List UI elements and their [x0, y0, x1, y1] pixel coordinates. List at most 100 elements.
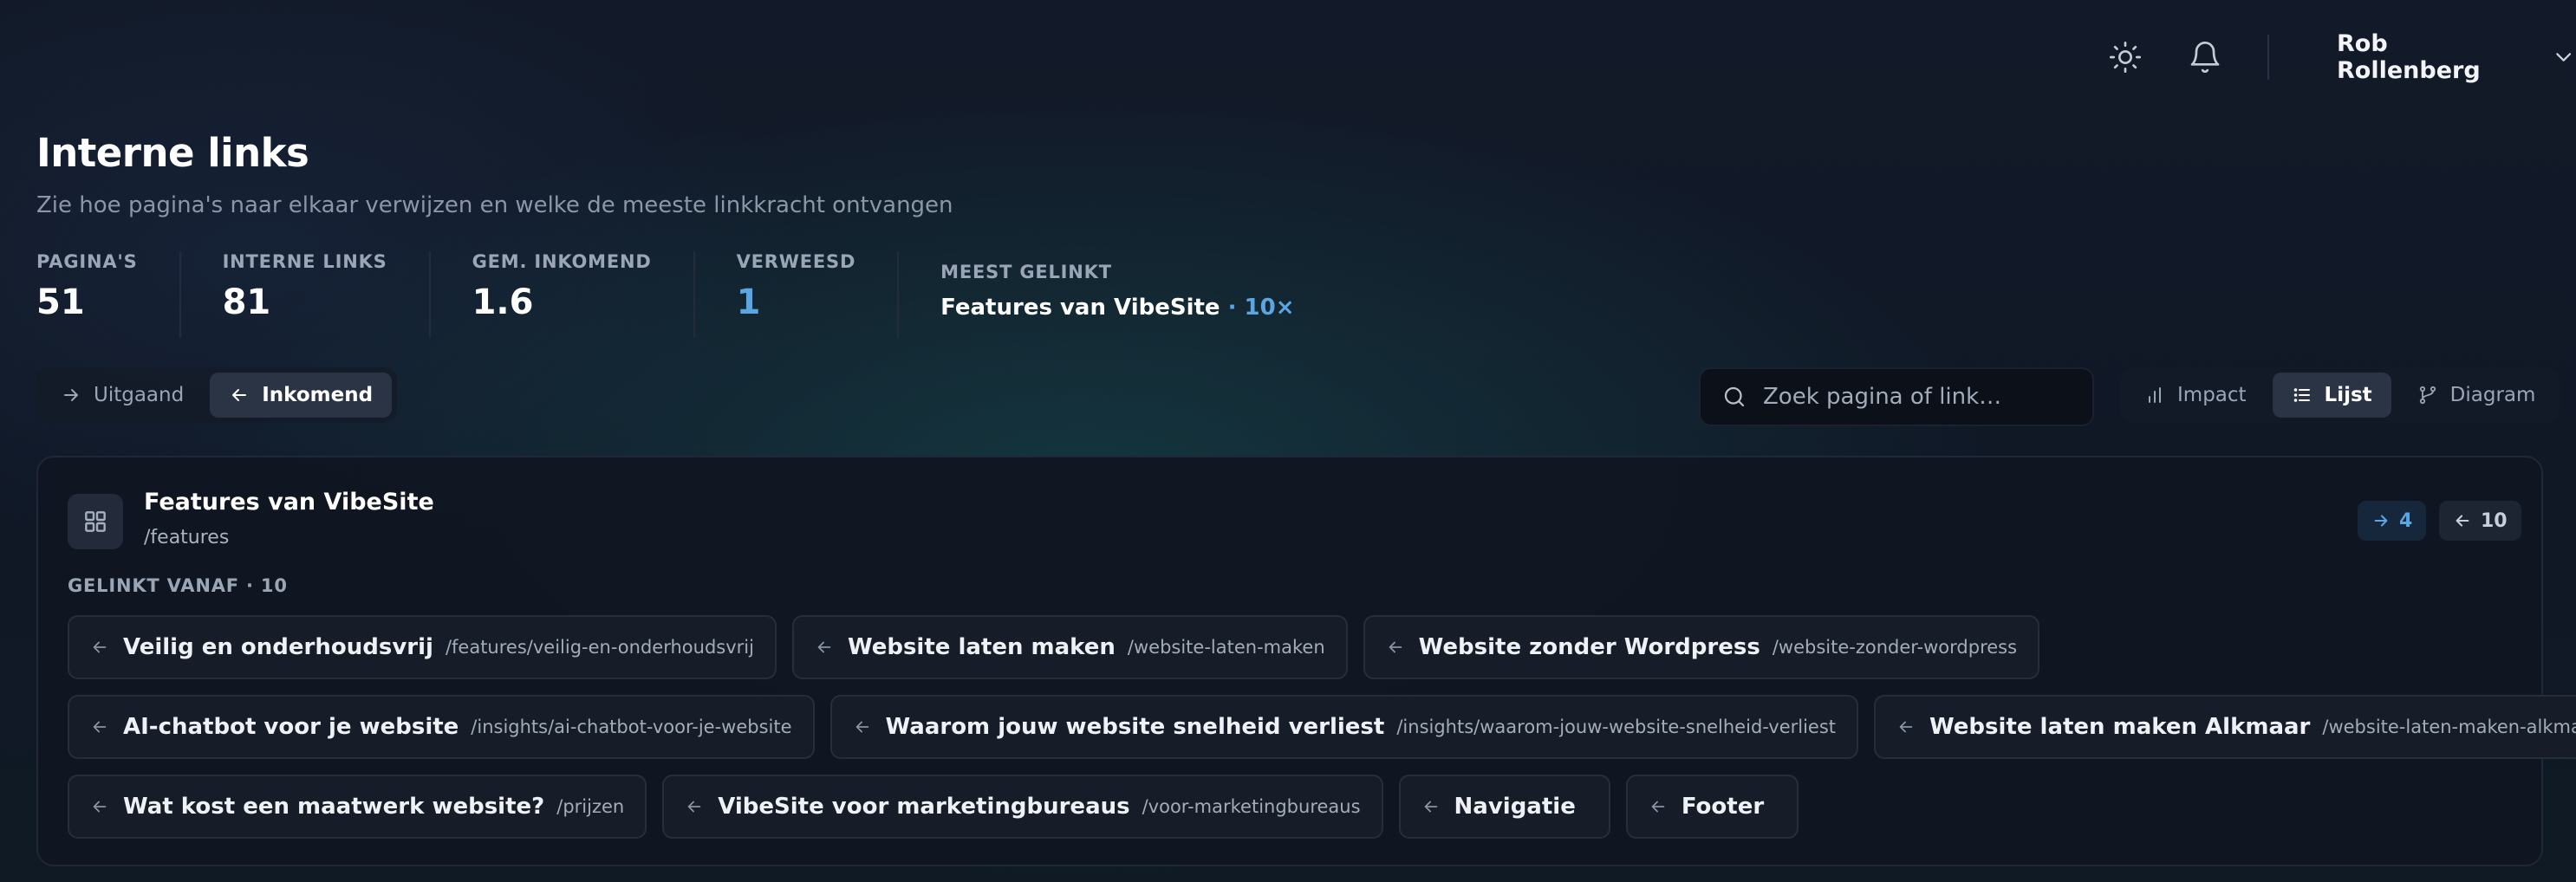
incoming-count-badge[interactable]: 10 [2439, 501, 2521, 541]
git-branch-icon [2419, 386, 2436, 405]
page-subtitle: Zie hoe pagina's naar elkaar verwijzen e… [36, 192, 953, 218]
search-input[interactable] [1763, 384, 2075, 410]
most-linked-page[interactable]: Features van VibeSite · 10× [940, 295, 1294, 321]
link-title: AI-chatbot voor je website [123, 714, 459, 740]
link-title: Website laten maken [847, 634, 1116, 660]
tab-list[interactable]: Lijst [2272, 373, 2391, 418]
tab-label: Lijst [2324, 384, 2372, 406]
badge-count: 10 [2481, 509, 2508, 532]
bar-chart-icon [2149, 387, 2161, 403]
grid-icon [68, 494, 123, 549]
tab-label: Inkomend [262, 384, 374, 406]
incoming-link-chip[interactable]: Website laten maken Alkmaar /website-lat… [1874, 695, 2576, 759]
incoming-link-chip[interactable]: VibeSite voor marketingbureaus /voor-mar… [662, 775, 1383, 839]
user-menu[interactable]: Rob Rollenberg [2337, 30, 2576, 84]
incoming-link-chip[interactable]: Website laten maken /website-laten-maken [791, 615, 1348, 679]
link-path: /insights/waarom-jouw-website-snelheid-v… [1396, 717, 1837, 737]
outgoing-count-badge[interactable]: 4 [2358, 501, 2427, 541]
direction-toggle: Uitgaand Inkomend [36, 367, 398, 423]
tab-diagram[interactable]: Diagram [2398, 373, 2555, 418]
arrow-left-icon [1389, 641, 1402, 653]
stat-most-linked: MEEST GELINKT Features van VibeSite · 10… [940, 251, 1336, 338]
stat-value: 1.6 [472, 282, 534, 322]
page-link-card: Features van VibeSite /features 4 10 GEL… [36, 456, 2576, 866]
tab-impact[interactable]: Impact [2125, 373, 2266, 418]
incoming-link-chip[interactable]: Veilig en onderhoudsvrij /features/veili… [68, 615, 777, 679]
card-page-title[interactable]: Features van VibeSite [144, 489, 434, 516]
chevron-down-icon [2555, 53, 2571, 62]
bell-icon [2190, 42, 2220, 73]
incoming-links-list: Veilig en onderhoudsvrij /features/veili… [68, 615, 2576, 854]
incoming-link-chip[interactable]: Navigatie [1398, 775, 1610, 839]
stat-value: 51 [36, 282, 85, 322]
arrow-right-icon [64, 389, 78, 401]
link-title: Veilig en onderhoudsvrij [123, 634, 433, 660]
notifications-button[interactable] [2181, 33, 2229, 81]
stat-avg-incoming: GEM. INKOMEND 1.6 [472, 251, 695, 338]
link-row: AI-chatbot voor je website /insights/ai-… [68, 695, 2576, 759]
most-linked-count: · 10× [1220, 295, 1295, 321]
arrow-left-icon [1899, 721, 1913, 733]
arrow-left-icon [93, 801, 107, 813]
link-path: /insights/ai-chatbot-voor-je-website [471, 717, 792, 737]
arrow-left-icon [855, 721, 868, 733]
stat-value[interactable]: 1 [737, 282, 856, 322]
stat-value: 81 [222, 282, 271, 322]
view-toggle: Impact Lijst Diagram [2120, 367, 2560, 423]
arrow-right-icon [2374, 515, 2388, 527]
stat-label: INTERNE LINKS [222, 251, 387, 272]
arrow-left-icon [1651, 801, 1665, 813]
page-title: Interne links [36, 130, 309, 176]
link-title: Website zonder Wordpress [1418, 634, 1760, 660]
incoming-link-chip[interactable]: AI-chatbot voor je website /insights/ai-… [68, 695, 815, 759]
stat-internal-links: INTERNE LINKS 81 [223, 251, 431, 338]
topbar-divider [2267, 35, 2269, 80]
stat-pages: PAGINA'S 51 [36, 251, 181, 338]
link-path: /website-laten-maken [1127, 637, 1325, 658]
stat-label: MEEST GELINKT [940, 262, 1112, 282]
link-title: Waarom jouw website snelheid verliest [885, 714, 1385, 740]
link-title: Website laten maken Alkmaar [1929, 714, 2311, 740]
link-path: /website-zonder-wordpress [1772, 637, 2018, 658]
tab-label: Diagram [2449, 384, 2536, 406]
incoming-link-chip[interactable]: Wat kost een maatwerk website? /prijzen [68, 775, 647, 839]
incoming-link-chip[interactable]: Footer [1625, 775, 1799, 839]
link-row: Wat kost een maatwerk website? /prijzen … [68, 775, 2576, 839]
arrow-left-icon [817, 641, 831, 653]
user-name: Rob Rollenberg [2337, 30, 2481, 84]
theme-toggle-button[interactable] [2101, 33, 2150, 81]
stat-label: VERWEESD [736, 251, 856, 272]
stat-orphaned: VERWEESD 1 [737, 251, 900, 338]
badge-count: 4 [2399, 509, 2413, 532]
card-page-path: /features [144, 527, 230, 548]
link-title: VibeSite voor marketingbureaus [718, 794, 1130, 820]
incoming-link-chip[interactable]: Website zonder Wordpress /website-zonder… [1363, 615, 2040, 679]
link-path: /features/veilig-en-onderhoudsvrij [445, 637, 754, 658]
most-linked-title: Features van VibeSite [940, 295, 1220, 321]
arrow-left-icon [232, 389, 247, 401]
incoming-link-chip[interactable]: Waarom jouw website snelheid verliest /i… [829, 695, 1859, 759]
arrow-left-icon [93, 641, 107, 653]
stat-label: PAGINA'S [36, 251, 138, 272]
search-icon [1724, 386, 1745, 407]
link-path: /voor-marketingbureaus [1142, 796, 1361, 817]
tab-label: Uitgaand [94, 384, 185, 406]
sun-icon [2110, 42, 2141, 73]
arrow-left-icon [93, 721, 107, 733]
tab-label: Impact [2177, 384, 2247, 406]
link-row: Veilig en onderhoudsvrij /features/veili… [68, 615, 2576, 679]
search-box [1699, 367, 2094, 426]
link-title: Footer [1681, 794, 1765, 820]
tab-incoming[interactable]: Inkomend [210, 373, 393, 418]
arrow-left-icon [2456, 515, 2469, 527]
arrow-left-icon [1424, 801, 1437, 813]
tab-outgoing[interactable]: Uitgaand [42, 373, 203, 418]
stat-label: GEM. INKOMEND [472, 251, 652, 272]
link-title: Wat kost een maatwerk website? [123, 794, 545, 820]
linked-from-label: GELINKT VANAF · 10 [68, 575, 288, 596]
stats-bar: PAGINA'S 51 INTERNE LINKS 81 GEM. INKOME… [36, 251, 1378, 338]
link-path: /prijzen [556, 796, 625, 817]
top-bar: Rob Rollenberg [0, 0, 2576, 114]
list-icon [2293, 388, 2310, 402]
arrow-left-icon [687, 801, 701, 813]
